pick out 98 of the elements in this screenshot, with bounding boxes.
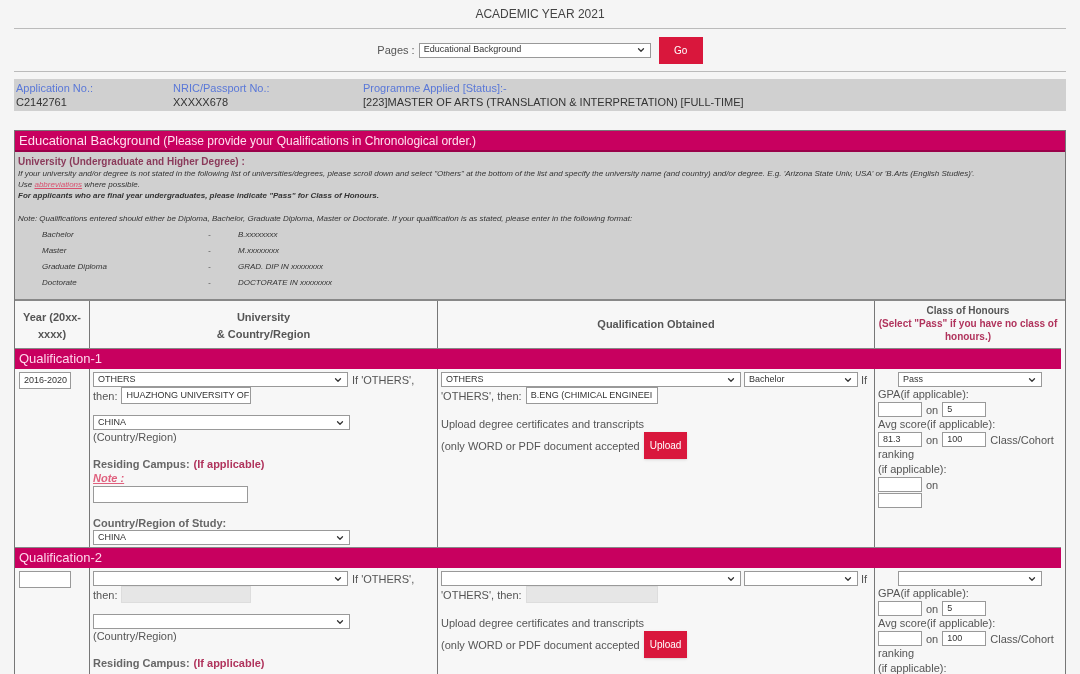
gpa-label: GPA(if applicable): [878,387,970,402]
if-label: If [861,571,868,586]
info-value: C2142761 [16,95,68,109]
instructions-text: For applicants who are final year undergraduates, please indicate "Pass" for Class of Honours. [18,190,381,201]
residing-campus-label: Residing Campus: [93,656,190,670]
avg-score-label: Avg score(if applicable): [878,417,997,432]
upload-format-note: (only WORD or PDF document accepted [441,637,640,652]
qualification-other-field[interactable]: B.ENG (CHIMICAL ENGINEEI [525,387,658,404]
gpa-scale-field[interactable]: 5 [942,601,987,616]
instructions-text: If your university and/or degree is not stated in the following list of universities/degrees, please scroll down and select "Others" at the bottom of the list and specify the university name (and country) and/or degree. E.g. 'Arizona State Univ, USA' or 'B.Arts (English Studies)'. [18,168,976,179]
then-label: then: [93,587,118,602]
qualification-header: Qualification-1 [15,348,1061,369]
upload-button[interactable]: Upload [643,432,688,459]
class-cohort-label: Class/Cohort [990,432,1054,447]
on-label: on [926,477,939,492]
page-title: ACADEMIC YEAR 2021 [474,6,606,23]
qualification-header: Qualification-2 [15,547,1061,568]
honours-select[interactable] [898,571,1042,586]
country-region-label: (Country/Region) [93,629,178,643]
ranking-label: ranking [878,447,916,462]
column-hint: (Select "Pass" if you have no class of honours.) [877,317,1059,343]
info-value: [223]MASTER OF ARTS (TRANSLATION & INTERPRETATION) [FULL-TIME] [363,95,744,109]
degree-name: Bachelor [41,228,75,240]
gpa-field[interactable] [878,402,922,417]
if-label: If [861,372,868,387]
year-field[interactable]: 2016-2020 [19,372,71,389]
degree-level-select[interactable] [744,571,858,586]
column-header: & Country/Region [216,326,311,342]
degree-format: GRAD. DIP IN xxxxxxxx [238,260,324,272]
column-header: University [236,310,291,325]
then-label: then: [93,388,118,403]
country-of-study-select[interactable]: CHINA [93,530,350,545]
others-then-label: 'OTHERS', then: [441,587,522,602]
ranking-label: ranking [878,646,916,661]
degree-format: B.xxxxxxxx [238,228,278,240]
info-value: XXXXX678 [173,95,230,109]
year-field[interactable] [19,571,71,588]
avg-score-field[interactable]: 81.3 [878,432,922,447]
if-others-label: If 'OTHERS', [352,571,415,586]
avg-scale-field[interactable]: 100 [942,631,987,646]
upload-instruction: Upload degree certificates and transcripts [441,616,645,630]
others-then-label: 'OTHERS', then: [441,388,522,403]
instructions-heading: University (Undergraduate and Higher Degree) : [18,155,246,168]
country-of-study-label: Country/Region of Study: [93,516,228,530]
section-header: Educational Background (Please provide your Qualifications in Chronological order.) [15,131,1065,152]
gpa-field[interactable] [878,601,922,616]
if-applicable-label: (If applicable) [193,656,265,670]
upload-format-note: (only WORD or PDF document accepted [441,438,640,453]
degree-format: DOCTORATE IN xxxxxxxx [238,276,332,288]
go-button[interactable]: Go [658,36,703,64]
format-separator: - [208,276,212,288]
on-label: on [926,601,939,616]
degree-name: Master [41,244,68,256]
on-label: on [926,631,939,646]
university-select[interactable]: OTHERS [93,372,348,387]
avg-scale-field[interactable]: 100 [942,432,987,447]
ranking-total-field[interactable] [878,493,922,508]
on-label: on [926,432,939,447]
ranking-hint: (if applicable): [878,462,948,477]
if-applicable-label: (If applicable) [193,457,265,471]
class-cohort-label: Class/Cohort [990,631,1054,646]
format-separator: - [208,260,212,272]
column-header: Qualification Obtained [597,317,715,333]
degree-name: Doctorate [41,276,78,288]
country-select[interactable] [93,614,350,629]
degree-format: M.xxxxxxxx [238,244,279,256]
note-text: Note: Qualifications entered should either be Diploma, Bachelor, Graduate Diploma, Master or Doctorate. If your qualification is as stated, please enter in the following format: [18,213,634,224]
residing-campus-label: Residing Campus: [93,457,190,471]
gpa-label: GPA(if applicable): [878,586,970,601]
if-others-label: If 'OTHERS', [352,372,415,387]
upload-instruction: Upload degree certificates and transcripts [441,417,645,431]
format-separator: - [208,228,212,240]
chevron-icon [635,45,646,55]
info-label: NRIC/Passport No.: [173,81,271,95]
column-header: Class of Honours [926,304,1010,317]
university-select[interactable] [93,571,348,586]
avg-score-field[interactable] [878,631,922,646]
country-select[interactable]: CHINA [93,415,350,430]
university-other-field[interactable]: HUAZHONG UNIVERSITY OF [121,387,252,404]
residing-campus-field[interactable] [93,486,248,503]
ranking-hint: (if applicable): [878,661,948,674]
qualification-select[interactable] [441,571,741,586]
on-label: on [926,402,939,417]
gpa-scale-field[interactable]: 5 [942,402,987,417]
country-region-label: (Country/Region) [93,430,178,444]
pages-select[interactable]: Educational Background [418,42,651,58]
info-label: Programme Applied [Status]:- [363,81,508,95]
upload-button[interactable]: Upload [643,631,688,658]
ranking-field[interactable] [878,477,922,492]
avg-score-label: Avg score(if applicable): [878,616,997,631]
info-label: Application No.: [16,81,95,95]
honours-select[interactable]: Pass [898,372,1042,387]
qualification-select[interactable]: OTHERS [441,372,741,387]
degree-level-select[interactable]: Bachelor [744,372,858,387]
degree-name: Graduate Diploma [41,260,108,272]
format-separator: - [208,244,212,256]
instructions-text: Use abbreviations where possible. [18,179,141,190]
pages-label: Pages : [377,43,415,57]
